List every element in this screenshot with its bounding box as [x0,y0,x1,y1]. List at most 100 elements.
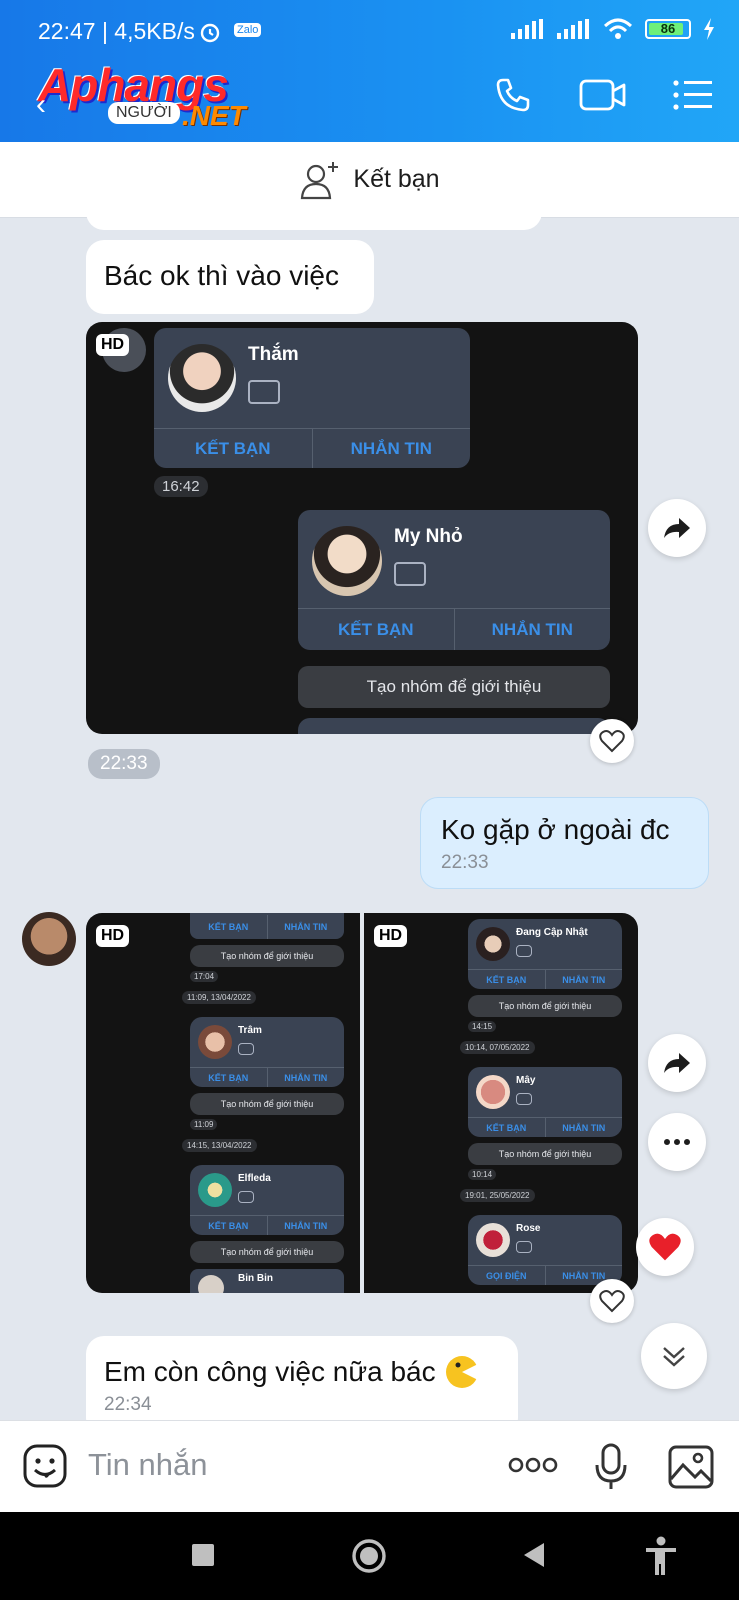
card-actions: KẾT BẠN NHẮN TIN [190,1215,344,1235]
card-message-action: NHẮN TIN [544,1118,623,1137]
microphone-icon[interactable] [594,1443,628,1496]
card-actions: KẾT BẠN NHẮN TIN [190,915,344,939]
card-message-action: NHẮN TIN [266,1216,345,1235]
contact-card: Thắm KẾT BẠN NHẮN TIN [154,328,470,468]
charging-icon [704,18,714,40]
add-friend-icon [301,161,339,199]
id-card-icon [394,562,426,586]
battery-icon: 86 [645,19,691,39]
message-time: 22:33 [88,749,160,779]
heart-outline-icon [599,1290,625,1313]
image-message[interactable]: HD Đang Cập Nhật KẾT BẠN NHẮN TIN Tạo nh… [364,913,638,1293]
contact-card: Mây KẾT BẠN NHẮN TIN [468,1067,622,1137]
contact-avatar [198,1173,232,1207]
system-nav-bar [0,1512,739,1600]
id-card-icon [238,1043,254,1055]
back-icon[interactable]: ‹ [36,88,46,122]
scroll-down-button[interactable] [641,1323,707,1389]
id-card-icon [248,380,280,404]
top-bar: 22:47 | 4,5KB/s Zalo 86 Aphangs NGƯỜI .N… [0,0,739,142]
message-bubble-partial[interactable] [86,206,542,230]
chevron-double-down-icon [663,1347,685,1367]
my-message-bubble[interactable]: Ko gặp ở ngoài đc 22:33 [420,797,709,889]
more-icon [664,1139,690,1145]
back-button-icon[interactable] [522,1542,546,1573]
create-group-pill: Tạo nhóm để giới thiệu [468,1143,622,1165]
contact-card: Rose GỌI ĐIỆN NHẮN TIN [468,1215,622,1285]
forward-icon [664,1053,690,1073]
date-stamp: 14:15, 13/04/2022 [182,1139,257,1152]
card-actions: KẾT BẠN NHẮN TIN [190,1067,344,1087]
contact-name: Thắm [248,344,299,365]
image-message[interactable]: HD KẾT BẠN NHẮN TIN Tạo nhóm để giới thi… [86,913,360,1293]
reaction-heart-button[interactable] [636,1218,694,1276]
like-button[interactable] [590,719,634,763]
create-group-pill: Tạo nhóm để giới thiệu [190,1241,344,1263]
timestamp: 11:09 [190,1119,218,1130]
image-gallery-icon[interactable] [668,1445,714,1494]
status-bar: 22:47 | 4,5KB/s Zalo 86 [0,0,739,52]
status-icons: 86 [511,18,715,40]
site-logo: Aphangs NGƯỜI .NET [38,59,246,131]
contact-avatar [198,1025,232,1059]
card-friend-action: KẾT BẠN [208,1221,249,1231]
card-friend-action: KẾT BẠN [486,975,527,985]
alarm-icon [198,20,222,49]
emoji-icon [445,1356,478,1388]
card-message-action: NHẮN TIN [311,429,471,468]
video-call-icon[interactable] [578,70,628,120]
message-input[interactable]: Tin nhắn [88,1447,208,1483]
message-bubble[interactable]: Bác ok thì vào việc [86,240,374,314]
contact-card: My Nhỏ KẾT BẠN NHẮN TIN [298,510,610,650]
card-message-action: NHẮN TIN [453,609,611,650]
image-message[interactable]: HD Thắm KẾT BẠN NHẮN TIN 16:42 My Nhỏ KẾ… [86,322,638,734]
menu-list-icon[interactable] [668,70,718,120]
card-actions: KẾT BẠN NHẮN TIN [468,969,622,989]
add-friend-label: Kết bạn [353,165,440,193]
more-dots-icon[interactable] [508,1455,558,1480]
forward-button[interactable] [648,1034,706,1092]
contact-card: Đang Cập Nhật KẾT BẠN NHẮN TIN [468,919,622,989]
card-friend-action: KẾT BẠN [208,1073,249,1083]
like-button[interactable] [590,1279,634,1323]
contact-avatar [476,927,510,961]
id-card-icon [238,1191,254,1203]
recents-button-icon[interactable] [192,1544,214,1571]
create-group-pill: Tạo nhóm để giới thiệu [190,1093,344,1115]
contact-avatar [198,1275,224,1293]
message-time: 22:33 [441,852,489,873]
more-options-button[interactable] [648,1113,706,1171]
card-actions: KẾT BẠN NHẮN TIN [154,428,470,468]
heart-filled-icon [649,1233,681,1261]
home-button-icon[interactable] [351,1538,387,1579]
create-group-pill: Tạo nhóm để giới thiệu [190,945,344,967]
status-time: 22:47 | 4,5KB/s [38,18,195,44]
accessibility-icon[interactable] [644,1536,678,1581]
contact-name: Mây [516,1075,536,1086]
contact-avatar [312,526,382,596]
wifi-icon [603,18,633,39]
contact-card: Elfleda KẾT BẠN NHẮN TIN [190,1165,344,1235]
sticker-icon[interactable] [22,1443,68,1494]
id-card-icon [516,945,532,957]
date-stamp: 10:14, 07/05/2022 [460,1041,535,1054]
message-text: Bác ok thì vào việc [104,260,340,291]
id-card-icon [516,1093,532,1105]
contact-avatar [476,1075,510,1109]
forward-button[interactable] [648,499,706,557]
card-actions: KẾT BẠN NHẮN TIN [468,1117,622,1137]
hd-badge: HD [96,334,130,356]
card-friend-action: KẾT BẠN [486,1123,527,1133]
card-message-action: NHẮN TIN [544,970,623,989]
contact-card-partial: Bin Bin [190,1269,344,1293]
card-message-action: NHẮN TIN [266,1068,345,1087]
sender-avatar[interactable] [22,912,76,966]
heart-outline-icon [599,730,625,753]
create-group-pill: Tạo nhóm để giới thiệu [468,995,622,1017]
message-time: 22:34 [104,1394,152,1415]
timestamp: 16:42 [154,476,208,497]
timestamp: 10:14 [468,1169,497,1180]
create-group-pill: Tạo nhóm để giới thiệu [298,666,610,708]
phone-icon[interactable] [488,70,538,120]
hd-badge: HD [96,925,130,947]
